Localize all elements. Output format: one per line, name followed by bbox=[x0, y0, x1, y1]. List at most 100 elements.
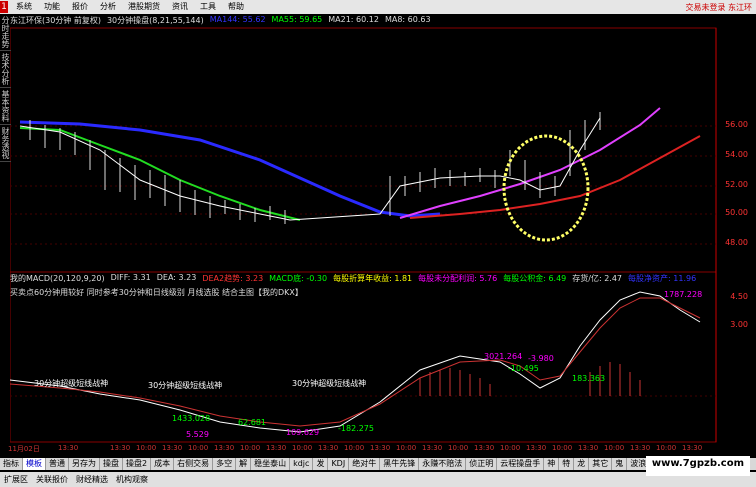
tab-item[interactable]: 黑牛先锋 bbox=[380, 458, 420, 470]
tab-item[interactable]: 稳坐泰山 bbox=[251, 458, 291, 470]
tab-item[interactable]: kdjc bbox=[290, 458, 314, 470]
time-label: 10:00 bbox=[500, 444, 521, 452]
institution-watch[interactable]: 机构观察 bbox=[112, 474, 152, 485]
annotation-a2: -3.980 bbox=[528, 354, 554, 363]
tab-item[interactable]: 云程操盘手 bbox=[497, 458, 545, 470]
app-logo: 1 bbox=[0, 1, 8, 13]
menu-analysis[interactable]: 分析 bbox=[94, 0, 122, 14]
tab-item[interactable]: 操盘 bbox=[100, 458, 123, 470]
signal-label-2: 30分钟超级短线战神 bbox=[148, 381, 223, 390]
price-tick-52: 52.00 bbox=[725, 180, 748, 189]
time-label: 13:30 bbox=[422, 444, 443, 452]
signal-label-3: 30分钟超级短线战神 bbox=[292, 379, 367, 388]
macd-dea-line bbox=[9, 297, 701, 427]
ma55-value: MA55: 59.65 bbox=[271, 15, 323, 24]
main-chart-header: 东江环保(30分钟 前复权) 30分钟操盘(8,21,55,144) MA144… bbox=[10, 15, 431, 27]
tab-item[interactable]: 多空 bbox=[213, 458, 237, 470]
trade-status[interactable]: 交易未登录 东江环 bbox=[685, 2, 756, 13]
time-label: 13:30 bbox=[474, 444, 495, 452]
chart-area[interactable] bbox=[0, 0, 756, 456]
annotation-b5: -182.275 bbox=[338, 424, 374, 433]
time-label: 13:30 bbox=[370, 444, 391, 452]
undistributed-value: 每股未分配利润: 5.76 bbox=[418, 274, 498, 283]
time-label: 10:00 bbox=[240, 444, 261, 452]
tab-item[interactable]: 另存为 bbox=[69, 458, 100, 470]
related-quote[interactable]: 关联报价 bbox=[32, 474, 72, 485]
tab-item[interactable]: 发 bbox=[313, 458, 329, 470]
stock-title: 东江环保(30分钟 前复权) bbox=[10, 16, 101, 25]
ma8-value: MA8: 60.63 bbox=[384, 15, 431, 24]
time-label: 13:30 bbox=[266, 444, 287, 452]
tab-item[interactable]: 龙 bbox=[574, 458, 590, 470]
tab-item[interactable]: KDJ bbox=[328, 458, 350, 470]
tab-item[interactable]: 指标 bbox=[0, 458, 23, 470]
ma-magenta-line bbox=[399, 107, 661, 219]
menu-help[interactable]: 帮助 bbox=[222, 0, 250, 14]
time-label: 10:00 bbox=[136, 444, 157, 452]
menu-quote[interactable]: 报价 bbox=[66, 0, 94, 14]
time-label: 13:30 bbox=[214, 444, 235, 452]
price-tick-50: 50.00 bbox=[725, 208, 748, 217]
tab-item[interactable]: 神 bbox=[544, 458, 560, 470]
tab-fundamental[interactable]: 基本资料 bbox=[0, 88, 11, 125]
macd-bottom-value: MACD底: -0.30 bbox=[269, 274, 328, 283]
annotation-a3: -10.495 bbox=[508, 364, 539, 373]
time-label: 10:00 bbox=[656, 444, 677, 452]
tab-item[interactable]: 右侧交易 bbox=[174, 458, 214, 470]
menu-hk-futures[interactable]: 港股期货 bbox=[122, 0, 166, 14]
tab-item[interactable]: 其它 bbox=[589, 458, 613, 470]
dea2-value: DEA2趋势: 3.23 bbox=[202, 274, 264, 283]
tab-item[interactable]: 操盘2 bbox=[123, 458, 152, 470]
annotation-a1: 3021.264 bbox=[484, 352, 523, 361]
annotation-a4: 183.363 bbox=[572, 374, 606, 383]
reserve-value: 每股公积金: 6.49 bbox=[503, 274, 567, 283]
tab-item[interactable]: 特 bbox=[559, 458, 575, 470]
menu-system[interactable]: 系统 bbox=[10, 0, 38, 14]
macd-header: 我的MACD(20,120,9,20) DIFF: 3.31 DEA: 3.23… bbox=[10, 273, 696, 285]
time-label: 10:00 bbox=[188, 444, 209, 452]
tab-item[interactable]: 普通 bbox=[46, 458, 69, 470]
left-tab-strip: 分时走势 技术分析 基本资料 财务透视 bbox=[0, 14, 11, 454]
tab-item[interactable]: 解 bbox=[236, 458, 252, 470]
time-label: 10:00 bbox=[344, 444, 365, 452]
menu-bar: 1 系统 功能 报价 分析 港股期货 资讯 工具 帮助 交易未登录 东江环 bbox=[0, 0, 756, 14]
inventory-value: 存货/亿: 2.47 bbox=[572, 274, 623, 283]
signal-label-1: 30分钟超级短线战神 bbox=[34, 379, 109, 388]
eps-value: 每股折算年收益: 1.81 bbox=[333, 274, 413, 283]
macd-tick-450: 4.50 bbox=[730, 292, 748, 301]
netassets-value: 每股净资产: 11.96 bbox=[628, 274, 697, 283]
diff-value: DIFF: 3.31 bbox=[110, 273, 151, 282]
tab-financial[interactable]: 财务透视 bbox=[0, 125, 11, 162]
expand-area[interactable]: 扩展区 bbox=[0, 474, 32, 485]
macd-name: 我的MACD(20,120,9,20) bbox=[10, 274, 105, 283]
time-label: 13:30 bbox=[58, 444, 79, 452]
tab-item[interactable]: 成本 bbox=[151, 458, 175, 470]
macd-tick-300: 3.00 bbox=[730, 320, 748, 329]
time-label: 13:30 bbox=[110, 444, 131, 452]
menu-news[interactable]: 资讯 bbox=[166, 0, 194, 14]
annotation-b3: 62.681 bbox=[238, 418, 266, 427]
tab-item[interactable]: 模板 bbox=[23, 458, 46, 470]
finance-picks[interactable]: 财经精选 bbox=[72, 474, 112, 485]
tab-item[interactable]: 绝对牛 bbox=[349, 458, 381, 470]
tab-item[interactable]: 鬼 bbox=[612, 458, 628, 470]
watermark: www.7gpzb.com bbox=[645, 456, 750, 476]
time-label: 10:00 bbox=[396, 444, 417, 452]
tab-item[interactable]: 侦正明 bbox=[466, 458, 498, 470]
bottom-bar: 扩展区 关联报价 财经精选 机构观察 bbox=[0, 472, 756, 487]
dea-value: DEA: 3.23 bbox=[156, 273, 197, 282]
time-label: 11月02日 bbox=[8, 445, 40, 453]
time-label: 10:00 bbox=[292, 444, 313, 452]
menu-tools[interactable]: 工具 bbox=[194, 0, 222, 14]
highlight-circle bbox=[502, 134, 590, 242]
price-tick-56: 56.00 bbox=[725, 120, 748, 129]
tab-technical[interactable]: 技术分析 bbox=[0, 51, 11, 88]
tab-item[interactable]: 永赚不赔法 bbox=[419, 458, 467, 470]
ma21-value: MA21: 60.12 bbox=[328, 15, 379, 24]
time-label: 13:30 bbox=[526, 444, 547, 452]
annotation-b1: 1433.028 bbox=[172, 414, 211, 423]
indicator-tabs: 指标 模板 普通 另存为 操盘 操盘2 成本 右侧交易 多空解稳坐泰山 kdjc 发 KDJ 绝对牛 黑牛… bbox=[0, 458, 756, 470]
macd-diff-line bbox=[9, 291, 701, 433]
menu-function[interactable]: 功能 bbox=[38, 0, 66, 14]
ma144-value: MA144: 55.62 bbox=[209, 15, 266, 24]
